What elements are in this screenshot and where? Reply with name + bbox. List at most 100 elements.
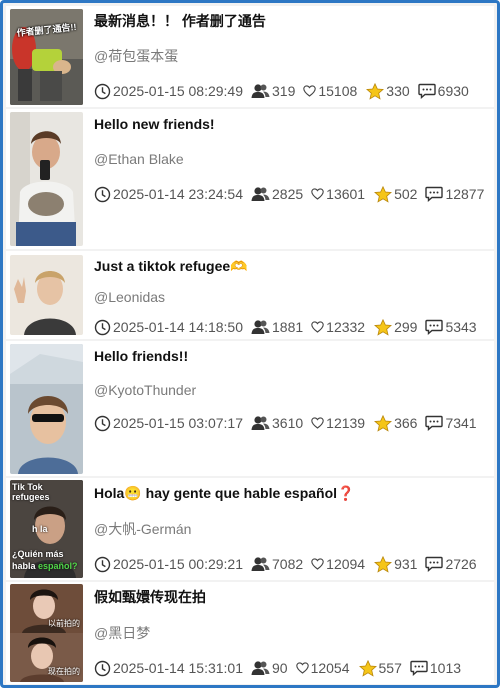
post-views: 7082: [251, 555, 303, 573]
heart-icon: [311, 558, 324, 570]
views-count: 2825: [272, 186, 304, 202]
views-icon: [251, 84, 270, 98]
comment-icon: [425, 319, 444, 335]
comments-count: 1013: [429, 660, 462, 676]
post-comments[interactable]: 7341: [425, 414, 477, 432]
post-author[interactable]: @大帆-Germán: [94, 520, 494, 538]
post-thumbnail[interactable]: Tik Tok refugees h la ¿Quién más habla e…: [10, 480, 83, 578]
post-likes[interactable]: 12054: [295, 659, 350, 677]
favorites-count: 557: [378, 660, 402, 676]
post-comments[interactable]: 6930: [417, 82, 469, 100]
views-count: 90: [272, 660, 288, 676]
post-thumbnail[interactable]: [10, 255, 83, 335]
thumbnail-caption: h la: [32, 524, 48, 534]
post-card[interactable]: Hello new friends! @Ethan Blake 2025-01-…: [6, 109, 494, 249]
post-likes[interactable]: 15108: [303, 82, 357, 100]
thumbnail-caption: Tik Tok refugees: [12, 482, 50, 502]
post-favorites[interactable]: 502: [374, 185, 417, 203]
post-card[interactable]: 作者删了通告!! 最新消息！！ 作者删了通告 @荷包蛋本蛋 2025-01-15…: [6, 6, 494, 107]
post-stats: 2025-01-14 23:24:54 2825 13601 502 12877: [94, 185, 494, 203]
post-author[interactable]: @黑日梦: [94, 624, 494, 642]
post-favorites[interactable]: 931: [374, 555, 417, 573]
post-card[interactable]: 以前拍的 现在拍的 假如甄嬛传现在拍 @黑日梦 2025-01-14 15:31…: [6, 582, 494, 684]
post-info: Hola😬 hay gente que hable español❓ @大帆-G…: [94, 478, 494, 580]
post-author[interactable]: @KyotoThunder: [94, 381, 494, 399]
clock-icon: [94, 319, 111, 335]
post-title[interactable]: Hello friends!!: [94, 347, 494, 365]
views-count: 7082: [272, 556, 304, 572]
post-comments[interactable]: 12877: [425, 185, 484, 203]
post-info: Hello new friends! @Ethan Blake 2025-01-…: [94, 109, 494, 249]
likes-count: 13601: [326, 186, 366, 202]
post-title[interactable]: 最新消息！！ 作者删了通告: [94, 12, 494, 30]
post-info: Hello friends!! @KyotoThunder 2025-01-15…: [94, 341, 494, 476]
post-likes[interactable]: 12094: [311, 555, 365, 573]
post-favorites[interactable]: 557: [358, 659, 402, 677]
views-icon: [251, 557, 270, 571]
post-card[interactable]: Hello friends!! @KyotoThunder 2025-01-15…: [6, 341, 494, 476]
post-views: 90: [251, 659, 288, 677]
favorites-count: 299: [394, 319, 418, 335]
star-icon: [374, 318, 393, 336]
post-comments[interactable]: 1013: [410, 659, 461, 677]
post-date-text: 2025-01-14 14:18:50: [113, 319, 243, 335]
post-thumbnail[interactable]: 以前拍的 现在拍的: [10, 584, 83, 682]
post-author[interactable]: @荷包蛋本蛋: [94, 47, 494, 65]
likes-count: 12054: [310, 660, 350, 676]
views-icon: [251, 661, 270, 675]
favorites-count: 502: [394, 186, 418, 202]
post-favorites[interactable]: 299: [374, 318, 417, 336]
favorites-count: 330: [386, 83, 410, 99]
post-card[interactable]: Tik Tok refugees h la ¿Quién más habla e…: [6, 478, 494, 580]
likes-count: 12094: [326, 556, 366, 572]
post-thumbnail[interactable]: [10, 343, 83, 474]
views-icon: [251, 320, 270, 334]
post-thumbnail[interactable]: 作者删了通告!!: [10, 8, 83, 105]
comment-icon: [425, 556, 444, 572]
post-card[interactable]: Just a tiktok refugee🫶 @Leonidas 2025-01…: [6, 251, 494, 339]
post-views: 3610: [251, 414, 303, 432]
post-stats: 2025-01-15 03:07:17 3610 12139 366 7341: [94, 414, 494, 432]
favorites-count: 931: [394, 556, 418, 572]
views-icon: [251, 416, 270, 430]
post-favorites[interactable]: 330: [366, 82, 410, 100]
likes-count: 15108: [318, 83, 358, 99]
post-date: 2025-01-15 08:29:49: [94, 82, 243, 100]
feed-list: 作者删了通告!! 最新消息！！ 作者删了通告 @荷包蛋本蛋 2025-01-15…: [0, 0, 500, 688]
post-title[interactable]: Just a tiktok refugee🫶: [94, 257, 494, 275]
post-date: 2025-01-14 15:31:01: [94, 659, 243, 677]
clock-icon: [94, 186, 111, 202]
post-thumbnail[interactable]: [10, 112, 83, 246]
thumbnail-caption: 以前拍的: [48, 619, 80, 628]
thumbnail-image: [10, 112, 83, 246]
post-date-text: 2025-01-15 00:29:21: [113, 556, 243, 572]
comments-count: 6930: [437, 83, 469, 99]
post-views: 1881: [251, 318, 303, 336]
clock-icon: [94, 415, 111, 431]
star-icon: [374, 555, 393, 573]
heart-icon: [311, 188, 324, 200]
post-favorites[interactable]: 366: [374, 414, 417, 432]
post-date: 2025-01-14 23:24:54: [94, 185, 243, 203]
comments-count: 12877: [445, 186, 485, 202]
post-title[interactable]: Hola😬 hay gente que hable español❓: [94, 484, 494, 502]
post-title[interactable]: Hello new friends!: [94, 115, 494, 133]
post-date-text: 2025-01-15 03:07:17: [113, 415, 243, 431]
clock-icon: [94, 83, 111, 99]
post-author[interactable]: @Leonidas: [94, 288, 494, 306]
post-date-text: 2025-01-15 08:29:49: [113, 83, 243, 99]
clock-icon: [94, 660, 111, 676]
post-title[interactable]: 假如甄嬛传现在拍: [94, 588, 494, 606]
star-icon: [366, 82, 385, 100]
post-likes[interactable]: 12332: [311, 318, 365, 336]
post-author[interactable]: @Ethan Blake: [94, 150, 494, 168]
post-likes[interactable]: 13601: [311, 185, 365, 203]
post-comments[interactable]: 5343: [425, 318, 477, 336]
post-comments[interactable]: 2726: [425, 555, 477, 573]
thumbnail-image: [10, 255, 83, 335]
comments-count: 5343: [445, 319, 477, 335]
post-date: 2025-01-14 14:18:50: [94, 318, 243, 336]
heart-icon: [303, 85, 317, 97]
post-likes[interactable]: 12139: [311, 414, 365, 432]
thumbnail-caption-accent: español?: [38, 561, 78, 571]
